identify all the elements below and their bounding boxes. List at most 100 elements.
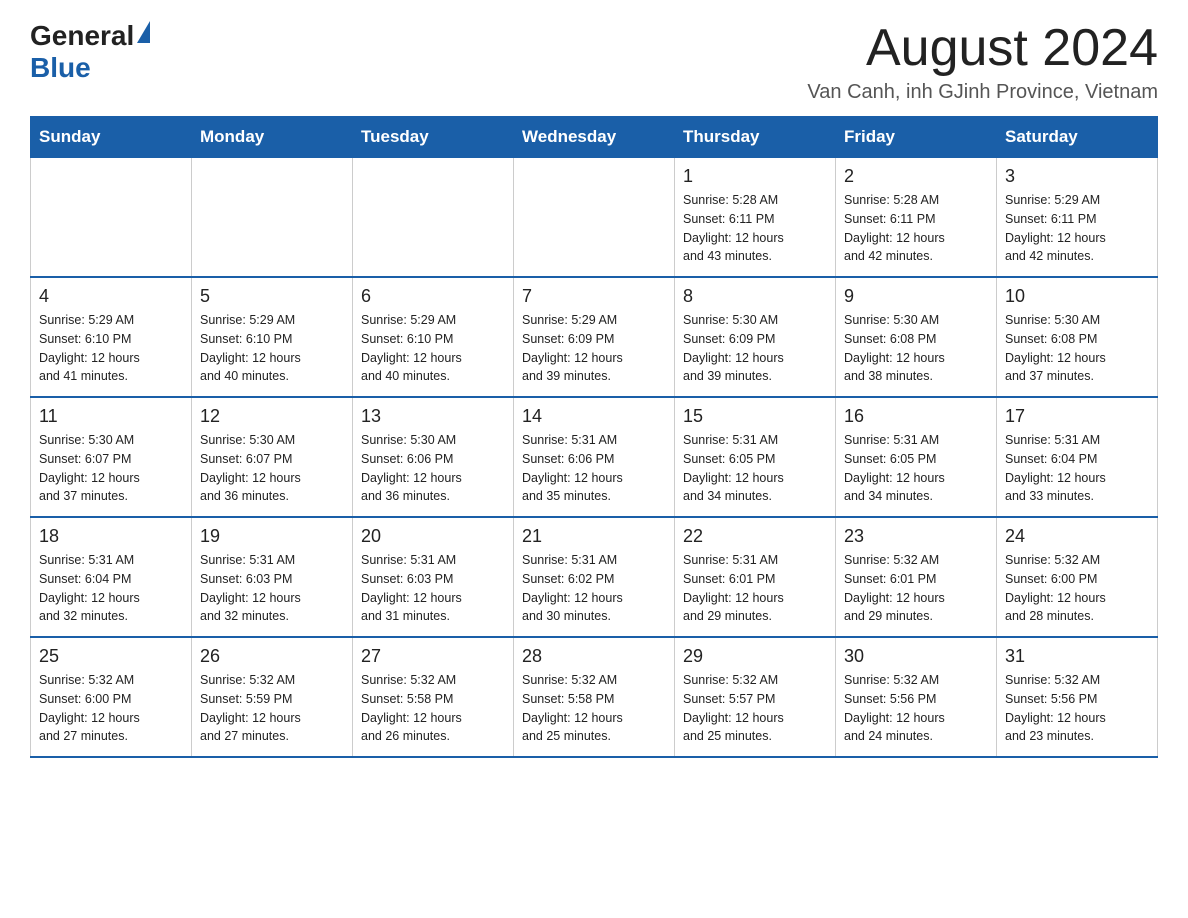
day-number: 3 xyxy=(1005,166,1149,187)
weekday-header-wednesday: Wednesday xyxy=(514,117,675,158)
calendar-body: 1Sunrise: 5:28 AM Sunset: 6:11 PM Daylig… xyxy=(31,158,1158,758)
logo-blue-text: Blue xyxy=(30,52,91,83)
weekday-header-sunday: Sunday xyxy=(31,117,192,158)
calendar-cell: 20Sunrise: 5:31 AM Sunset: 6:03 PM Dayli… xyxy=(353,517,514,637)
calendar-cell: 5 Sunrise: 5:29 AM Sunset: 6:10 PM Daylig… xyxy=(192,277,353,397)
title-block: August 2024 Van Canh, inh GJinh Province… xyxy=(807,20,1158,104)
weekday-header-saturday: Saturday xyxy=(997,117,1158,158)
calendar-cell: 28 Sunrise: 5:32 AM Sunset: 5:58 PM Dayli… xyxy=(514,637,675,757)
calendar-cell: 30Sunrise: 5:32 AM Sunset: 5:56 PM Dayli… xyxy=(836,637,997,757)
day-number: 7 xyxy=(522,286,666,307)
calendar-cell: 31 Sunrise: 5:32 AM Sunset: 5:56 PM Dayli… xyxy=(997,637,1158,757)
day-info: Sunrise: 5:30 AM Sunset: 6:08 PM Dayligh… xyxy=(1005,311,1149,386)
calendar-cell: 14Sunrise: 5:31 AM Sunset: 6:06 PM Dayli… xyxy=(514,397,675,517)
calendar-cell: 23Sunrise: 5:32 AM Sunset: 6:01 PM Dayli… xyxy=(836,517,997,637)
calendar-week-4: 18Sunrise: 5:31 AM Sunset: 6:04 PM Dayli… xyxy=(31,517,1158,637)
logo: General Blue xyxy=(30,20,150,84)
day-info: Sunrise: 5:31 AM Sunset: 6:01 PM Dayligh… xyxy=(683,551,827,626)
calendar-cell: 25 Sunrise: 5:32 AM Sunset: 6:00 PM Dayli… xyxy=(31,637,192,757)
weekday-header-row: SundayMondayTuesdayWednesdayThursdayFrid… xyxy=(31,117,1158,158)
day-number: 6 xyxy=(361,286,505,307)
calendar-cell: 21Sunrise: 5:31 AM Sunset: 6:02 PM Dayli… xyxy=(514,517,675,637)
calendar-cell: 22 Sunrise: 5:31 AM Sunset: 6:01 PM Dayli… xyxy=(675,517,836,637)
day-info: Sunrise: 5:32 AM Sunset: 5:58 PM Dayligh… xyxy=(522,671,666,746)
calendar-cell: 17Sunrise: 5:31 AM Sunset: 6:04 PM Dayli… xyxy=(997,397,1158,517)
day-number: 16 xyxy=(844,406,988,427)
calendar-cell: 16 Sunrise: 5:31 AM Sunset: 6:05 PM Dayli… xyxy=(836,397,997,517)
logo-triangle-icon xyxy=(137,21,150,43)
calendar-cell xyxy=(514,158,675,278)
calendar-cell: 2Sunrise: 5:28 AM Sunset: 6:11 PM Daylig… xyxy=(836,158,997,278)
day-number: 20 xyxy=(361,526,505,547)
day-info: Sunrise: 5:29 AM Sunset: 6:11 PM Dayligh… xyxy=(1005,191,1149,266)
day-info: Sunrise: 5:31 AM Sunset: 6:05 PM Dayligh… xyxy=(844,431,988,506)
day-info: Sunrise: 5:32 AM Sunset: 5:58 PM Dayligh… xyxy=(361,671,505,746)
page-header: General Blue August 2024 Van Canh, inh G… xyxy=(30,20,1158,104)
day-number: 12 xyxy=(200,406,344,427)
day-info: Sunrise: 5:29 AM Sunset: 6:10 PM Dayligh… xyxy=(39,311,183,386)
day-number: 5 xyxy=(200,286,344,307)
calendar-cell: 27 Sunrise: 5:32 AM Sunset: 5:58 PM Dayli… xyxy=(353,637,514,757)
calendar-header: SundayMondayTuesdayWednesdayThursdayFrid… xyxy=(31,117,1158,158)
day-info: Sunrise: 5:30 AM Sunset: 6:07 PM Dayligh… xyxy=(200,431,344,506)
day-info: Sunrise: 5:32 AM Sunset: 5:59 PM Dayligh… xyxy=(200,671,344,746)
calendar-cell: 29Sunrise: 5:32 AM Sunset: 5:57 PM Dayli… xyxy=(675,637,836,757)
calendar-cell: 7 Sunrise: 5:29 AM Sunset: 6:09 PM Daylig… xyxy=(514,277,675,397)
day-info: Sunrise: 5:32 AM Sunset: 6:00 PM Dayligh… xyxy=(1005,551,1149,626)
day-number: 11 xyxy=(39,406,183,427)
calendar-cell: 24 Sunrise: 5:32 AM Sunset: 6:00 PM Dayli… xyxy=(997,517,1158,637)
weekday-header-thursday: Thursday xyxy=(675,117,836,158)
day-number: 19 xyxy=(200,526,344,547)
calendar-cell: 6Sunrise: 5:29 AM Sunset: 6:10 PM Daylig… xyxy=(353,277,514,397)
day-info: Sunrise: 5:32 AM Sunset: 5:56 PM Dayligh… xyxy=(844,671,988,746)
calendar-cell: 12 Sunrise: 5:30 AM Sunset: 6:07 PM Dayli… xyxy=(192,397,353,517)
calendar-cell xyxy=(192,158,353,278)
calendar-cell: 26 Sunrise: 5:32 AM Sunset: 5:59 PM Dayli… xyxy=(192,637,353,757)
day-number: 27 xyxy=(361,646,505,667)
calendar-table: SundayMondayTuesdayWednesdayThursdayFrid… xyxy=(30,116,1158,758)
day-number: 28 xyxy=(522,646,666,667)
day-number: 15 xyxy=(683,406,827,427)
calendar-cell xyxy=(31,158,192,278)
day-number: 31 xyxy=(1005,646,1149,667)
day-info: Sunrise: 5:32 AM Sunset: 5:57 PM Dayligh… xyxy=(683,671,827,746)
day-number: 23 xyxy=(844,526,988,547)
calendar-cell: 18Sunrise: 5:31 AM Sunset: 6:04 PM Dayli… xyxy=(31,517,192,637)
location-subtitle: Van Canh, inh GJinh Province, Vietnam xyxy=(807,81,1158,104)
day-number: 22 xyxy=(683,526,827,547)
calendar-cell: 4 Sunrise: 5:29 AM Sunset: 6:10 PM Daylig… xyxy=(31,277,192,397)
day-number: 26 xyxy=(200,646,344,667)
calendar-cell: 13 Sunrise: 5:30 AM Sunset: 6:06 PM Dayli… xyxy=(353,397,514,517)
day-info: Sunrise: 5:29 AM Sunset: 6:09 PM Dayligh… xyxy=(522,311,666,386)
calendar-cell: 15 Sunrise: 5:31 AM Sunset: 6:05 PM Dayli… xyxy=(675,397,836,517)
day-info: Sunrise: 5:31 AM Sunset: 6:05 PM Dayligh… xyxy=(683,431,827,506)
day-number: 4 xyxy=(39,286,183,307)
calendar-cell: 10Sunrise: 5:30 AM Sunset: 6:08 PM Dayli… xyxy=(997,277,1158,397)
day-info: Sunrise: 5:30 AM Sunset: 6:09 PM Dayligh… xyxy=(683,311,827,386)
day-number: 18 xyxy=(39,526,183,547)
day-number: 25 xyxy=(39,646,183,667)
calendar-week-2: 4 Sunrise: 5:29 AM Sunset: 6:10 PM Daylig… xyxy=(31,277,1158,397)
calendar-week-5: 25 Sunrise: 5:32 AM Sunset: 6:00 PM Dayli… xyxy=(31,637,1158,757)
day-info: Sunrise: 5:32 AM Sunset: 5:56 PM Dayligh… xyxy=(1005,671,1149,746)
calendar-cell: 19Sunrise: 5:31 AM Sunset: 6:03 PM Dayli… xyxy=(192,517,353,637)
calendar-cell xyxy=(353,158,514,278)
day-number: 24 xyxy=(1005,526,1149,547)
month-title: August 2024 xyxy=(807,20,1158,77)
day-info: Sunrise: 5:29 AM Sunset: 6:10 PM Dayligh… xyxy=(200,311,344,386)
day-info: Sunrise: 5:28 AM Sunset: 6:11 PM Dayligh… xyxy=(683,191,827,266)
day-info: Sunrise: 5:30 AM Sunset: 6:08 PM Dayligh… xyxy=(844,311,988,386)
day-number: 17 xyxy=(1005,406,1149,427)
weekday-header-friday: Friday xyxy=(836,117,997,158)
day-info: Sunrise: 5:32 AM Sunset: 6:00 PM Dayligh… xyxy=(39,671,183,746)
day-number: 2 xyxy=(844,166,988,187)
day-number: 14 xyxy=(522,406,666,427)
calendar-cell: 8 Sunrise: 5:30 AM Sunset: 6:09 PM Daylig… xyxy=(675,277,836,397)
calendar-week-1: 1Sunrise: 5:28 AM Sunset: 6:11 PM Daylig… xyxy=(31,158,1158,278)
day-info: Sunrise: 5:30 AM Sunset: 6:06 PM Dayligh… xyxy=(361,431,505,506)
day-number: 13 xyxy=(361,406,505,427)
day-number: 8 xyxy=(683,286,827,307)
weekday-header-monday: Monday xyxy=(192,117,353,158)
day-info: Sunrise: 5:31 AM Sunset: 6:02 PM Dayligh… xyxy=(522,551,666,626)
calendar-cell: 9Sunrise: 5:30 AM Sunset: 6:08 PM Daylig… xyxy=(836,277,997,397)
